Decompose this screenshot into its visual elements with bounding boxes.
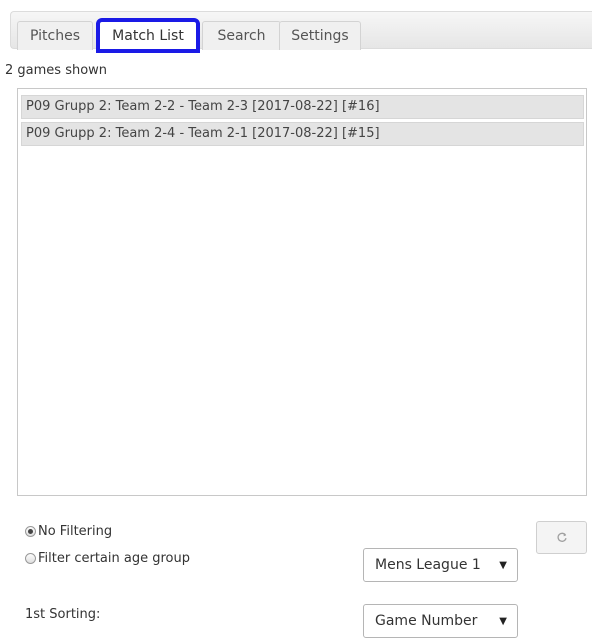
age-group-select[interactable]: Mens League 1 ▼ (363, 548, 518, 582)
caret-down-icon: ▼ (499, 559, 507, 571)
tab-bar: Pitches Match List Search Settings (10, 11, 592, 53)
tab-search[interactable]: Search (202, 21, 281, 50)
match-list-item[interactable]: P09 Grupp 2: Team 2-4 - Team 2-1 [2017-0… (21, 122, 584, 146)
filter-age-group-radio-option[interactable]: Filter certain age group (25, 551, 190, 566)
match-listbox[interactable]: P09 Grupp 2: Team 2-2 - Team 2-3 [2017-0… (17, 88, 587, 496)
tab-match-list[interactable]: Match List (96, 18, 200, 53)
first-sorting-select-value: Game Number (375, 613, 478, 629)
tab-settings[interactable]: Settings (279, 21, 361, 50)
age-group-select-value: Mens League 1 (375, 557, 481, 573)
refresh-icon (557, 532, 567, 542)
radio-button-unchecked[interactable] (25, 553, 36, 564)
games-count-status: 2 games shown (5, 63, 108, 78)
filter-age-group-label: Filter certain age group (38, 551, 190, 566)
first-sorting-select[interactable]: Game Number ▼ (363, 604, 518, 638)
match-list-item[interactable]: P09 Grupp 2: Team 2-2 - Team 2-3 [2017-0… (21, 95, 584, 119)
refresh-button[interactable] (536, 521, 587, 554)
caret-down-icon: ▼ (499, 615, 507, 627)
no-filtering-label: No Filtering (38, 524, 113, 539)
radio-button-checked[interactable] (25, 526, 36, 537)
first-sorting-label: 1st Sorting: (25, 607, 101, 622)
no-filtering-radio-option[interactable]: No Filtering (25, 524, 112, 539)
tab-pitches[interactable]: Pitches (17, 21, 93, 50)
